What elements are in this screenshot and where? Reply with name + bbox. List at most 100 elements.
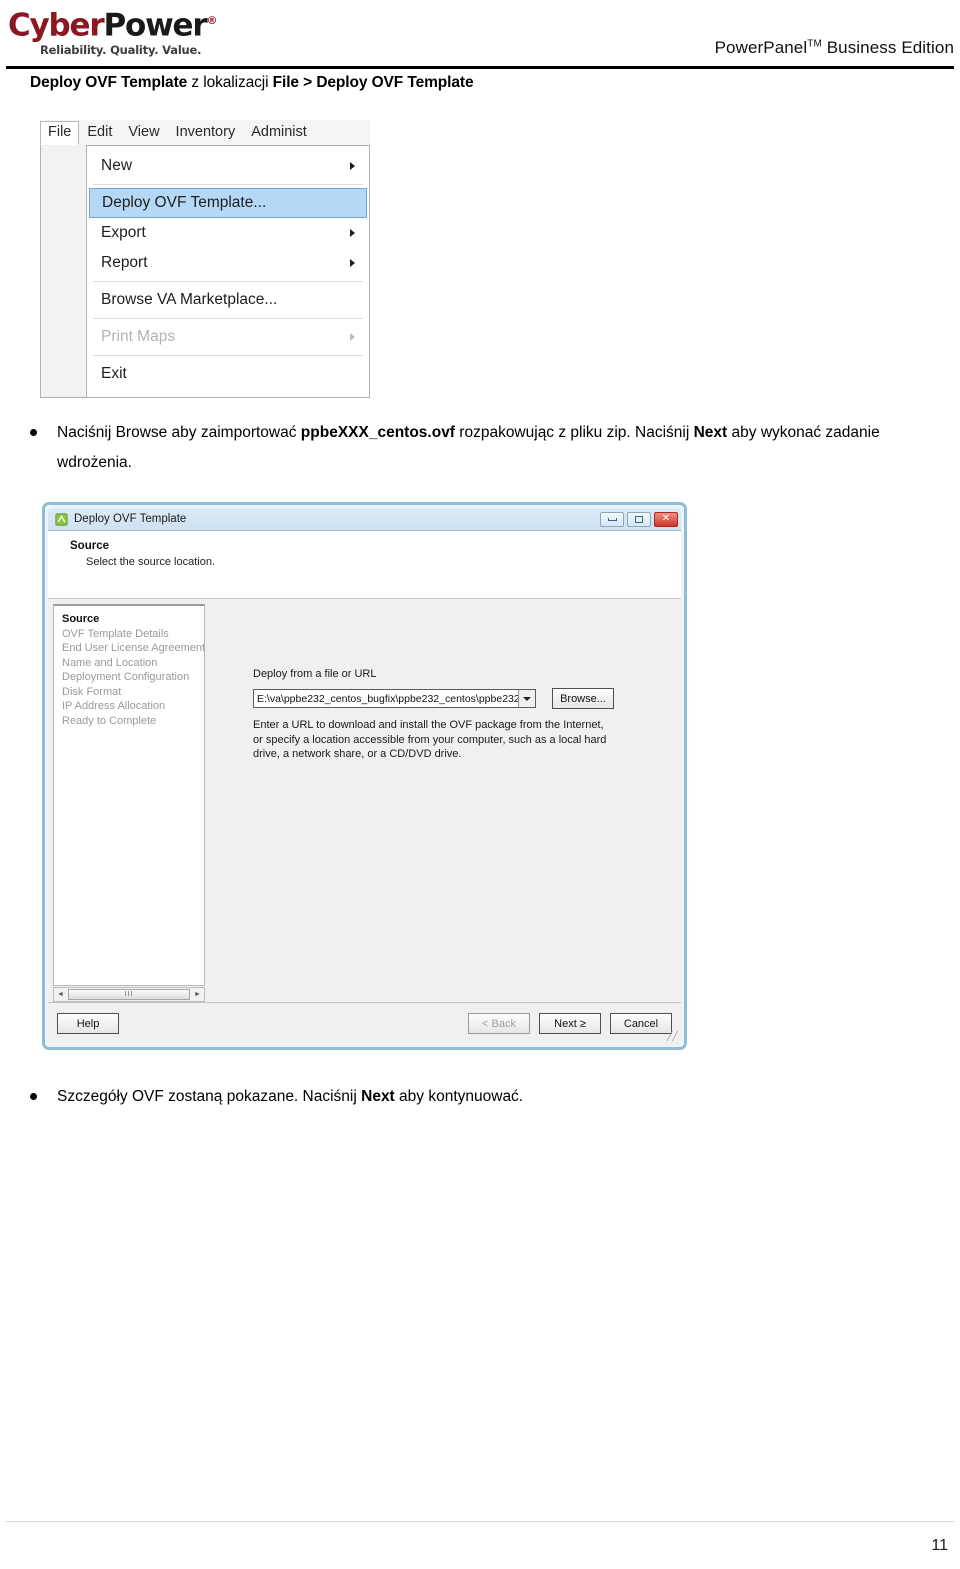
wizard-step-source[interactable]: Source [62,612,204,627]
registered-trademark-icon: ® [206,14,217,27]
menu-item-exit-label: Exit [101,365,127,382]
menu-item-print-maps-label: Print Maps [101,328,176,345]
dialog-nav-buttons: < Back Next ≥ Cancel [468,1013,672,1034]
menu-item-deploy-ovf-template-label: Deploy OVF Template... [102,194,267,211]
menu-separator [93,318,363,319]
menu-item-deploy-ovf-template[interactable]: Deploy OVF Template... [89,188,367,218]
close-icon: ✕ [661,513,671,524]
menu-item-print-maps: Print Maps [87,322,369,352]
next-button[interactable]: Next ≥ [539,1013,601,1034]
header-divider [6,66,954,69]
chevron-right-icon [350,259,355,267]
logo-cyber-text: Cyber [8,7,105,44]
bullet-2-next-keyword: Next [361,1088,395,1105]
resize-grip-icon[interactable]: ╱╱ [667,1031,678,1042]
dialog-main-content: Deploy from a file or URL E:\va\ppbe232_… [253,668,673,762]
scroll-left-arrow-icon[interactable]: ◄ [54,988,67,1001]
minimize-icon [607,517,617,521]
wizard-step-ovf-template-details: OVF Template Details [62,627,169,640]
bullet-1-part-2: rozpakowując z pliku zip. Naciśnij [454,424,694,441]
dialog-step-subheading: Select the source location. [86,556,216,568]
menu-item-report-label: Report [101,254,148,271]
step-list-horizontal-scrollbar[interactable]: ◄ III ► [53,987,205,1002]
menubar-item-view[interactable]: View [120,121,167,144]
dialog-header: Source Select the source location. [48,531,681,599]
menubar-item-inventory[interactable]: Inventory [168,121,244,144]
deploy-source-combobox[interactable]: E:\va\ppbe232_centos_bugfix\ppbe232_cent… [253,689,536,708]
chevron-down-icon [523,696,531,701]
help-button[interactable]: Help [57,1013,119,1034]
dialog-titlebar[interactable]: Deploy OVF Template ✕ [48,508,681,531]
menubar-item-administration[interactable]: Administ [243,121,315,144]
maximize-button[interactable] [627,511,651,527]
menu-item-browse-va-marketplace[interactable]: Browse VA Marketplace... [87,285,369,315]
dialog-footer: Help < Back Next ≥ Cancel ╱╱ [48,1002,681,1044]
bullet-paragraph-2: Szczegóły OVF zostaną pokazane. Naciśnij… [30,1082,920,1112]
vsphere-file-menu-screenshot: File Edit View Inventory Administ New De… [40,120,370,398]
menu-separator [93,281,363,282]
product-name-tm: TM [807,38,822,50]
menubar-item-file[interactable]: File [40,121,80,145]
wizard-step-deployment-configuration: Deployment Configuration [62,671,190,683]
product-name: PowerPanelTM Business Edition [715,38,954,58]
page-title-part-3: File > Deploy OVF Template [272,74,474,91]
deploy-source-row: E:\va\ppbe232_centos_bugfix\ppbe232_cent… [253,688,673,709]
wizard-step-ip-address-allocation: IP Address Allocation [62,700,166,712]
dialog-title: Deploy OVF Template [74,513,187,525]
bullet-point-icon [30,1093,37,1100]
bullet-paragraph-2-text: Szczegóły OVF zostaną pokazane. Naciśnij… [57,1082,920,1112]
dialog-step-heading: Source [70,540,109,552]
product-name-suffix: Business Edition [821,38,954,57]
close-button[interactable]: ✕ [654,511,678,527]
bullet-2-part-1: Szczegóły OVF zostaną pokazane. Naciśnij [57,1088,362,1105]
menu-item-exit[interactable]: Exit [87,359,369,389]
scrollbar-thumb[interactable]: III [68,989,190,1000]
menubar-item-edit[interactable]: Edit [79,121,120,144]
window-controls: ✕ [600,511,678,527]
deploy-source-helper-text: Enter a URL to download and install the … [253,719,607,760]
dialog-body: Source OVF Template Details End User Lic… [48,600,681,1002]
page-title: Deploy OVF Template z lokalizacji File >… [30,74,474,92]
menu-item-report[interactable]: Report [87,248,369,278]
scroll-right-arrow-icon[interactable]: ► [191,988,204,1001]
menu-item-export-label: Export [101,224,146,241]
minimize-button[interactable] [600,511,624,527]
product-name-main: PowerPanel [714,38,808,57]
bullet-paragraph-1: Naciśnij Browse aby zaimportować ppbeXXX… [30,418,920,478]
menu-icon-gutter [40,145,87,398]
wizard-step-list: Source OVF Template Details End User Lic… [53,604,205,986]
bullet-1-part-1: Naciśnij Browse aby zaimportować [57,424,301,441]
wizard-step-name-and-location: Name and Location [62,656,158,669]
menu-separator [93,184,363,185]
ovf-package-icon [55,512,68,526]
deploy-source-label: Deploy from a file or URL [253,668,377,680]
menubar: File Edit View Inventory Administ [40,120,370,146]
browse-button[interactable]: Browse... [552,688,614,709]
logo-wordmark: CyberPower® [8,4,238,42]
wizard-step-end-user-license-agreement: End User License Agreement [62,642,206,654]
chevron-right-icon [350,162,355,170]
deploy-ovf-template-dialog-screenshot: Deploy OVF Template ✕ Source Select the … [42,502,687,1050]
back-button: < Back [468,1013,530,1034]
chevron-right-icon [350,333,355,341]
cancel-button[interactable]: Cancel [610,1013,672,1034]
file-dropdown-menu: New Deploy OVF Template... Export Report… [86,145,370,398]
dialog-window: Deploy OVF Template ✕ Source Select the … [48,508,681,1044]
page-title-part-2: z lokalizacji [187,74,273,91]
footer-divider [6,1521,954,1522]
bullet-1-next-keyword: Next [693,424,728,441]
bullet-2-part-2: aby kontynuować. [394,1088,524,1105]
menu-item-browse-va-marketplace-label: Browse VA Marketplace... [101,291,278,308]
bullet-paragraph-1-text: Naciśnij Browse aby zaimportować ppbeXXX… [57,418,920,478]
menu-separator [93,355,363,356]
bullet-1-filename: ppbeXXX_centos.ovf [300,424,455,441]
combobox-dropdown-button[interactable] [518,690,535,707]
logo-tagline: Reliability. Quality. Value. [40,43,202,58]
page-header: CyberPower® Reliability. Quality. Value.… [0,0,960,72]
menu-item-new[interactable]: New [87,151,369,181]
page-number: 11 [931,1537,948,1554]
deploy-source-value[interactable]: E:\va\ppbe232_centos_bugfix\ppbe232_cent… [254,693,518,705]
menu-item-export[interactable]: Export [87,218,369,248]
bullet-point-icon [30,429,37,436]
chevron-right-icon [350,229,355,237]
